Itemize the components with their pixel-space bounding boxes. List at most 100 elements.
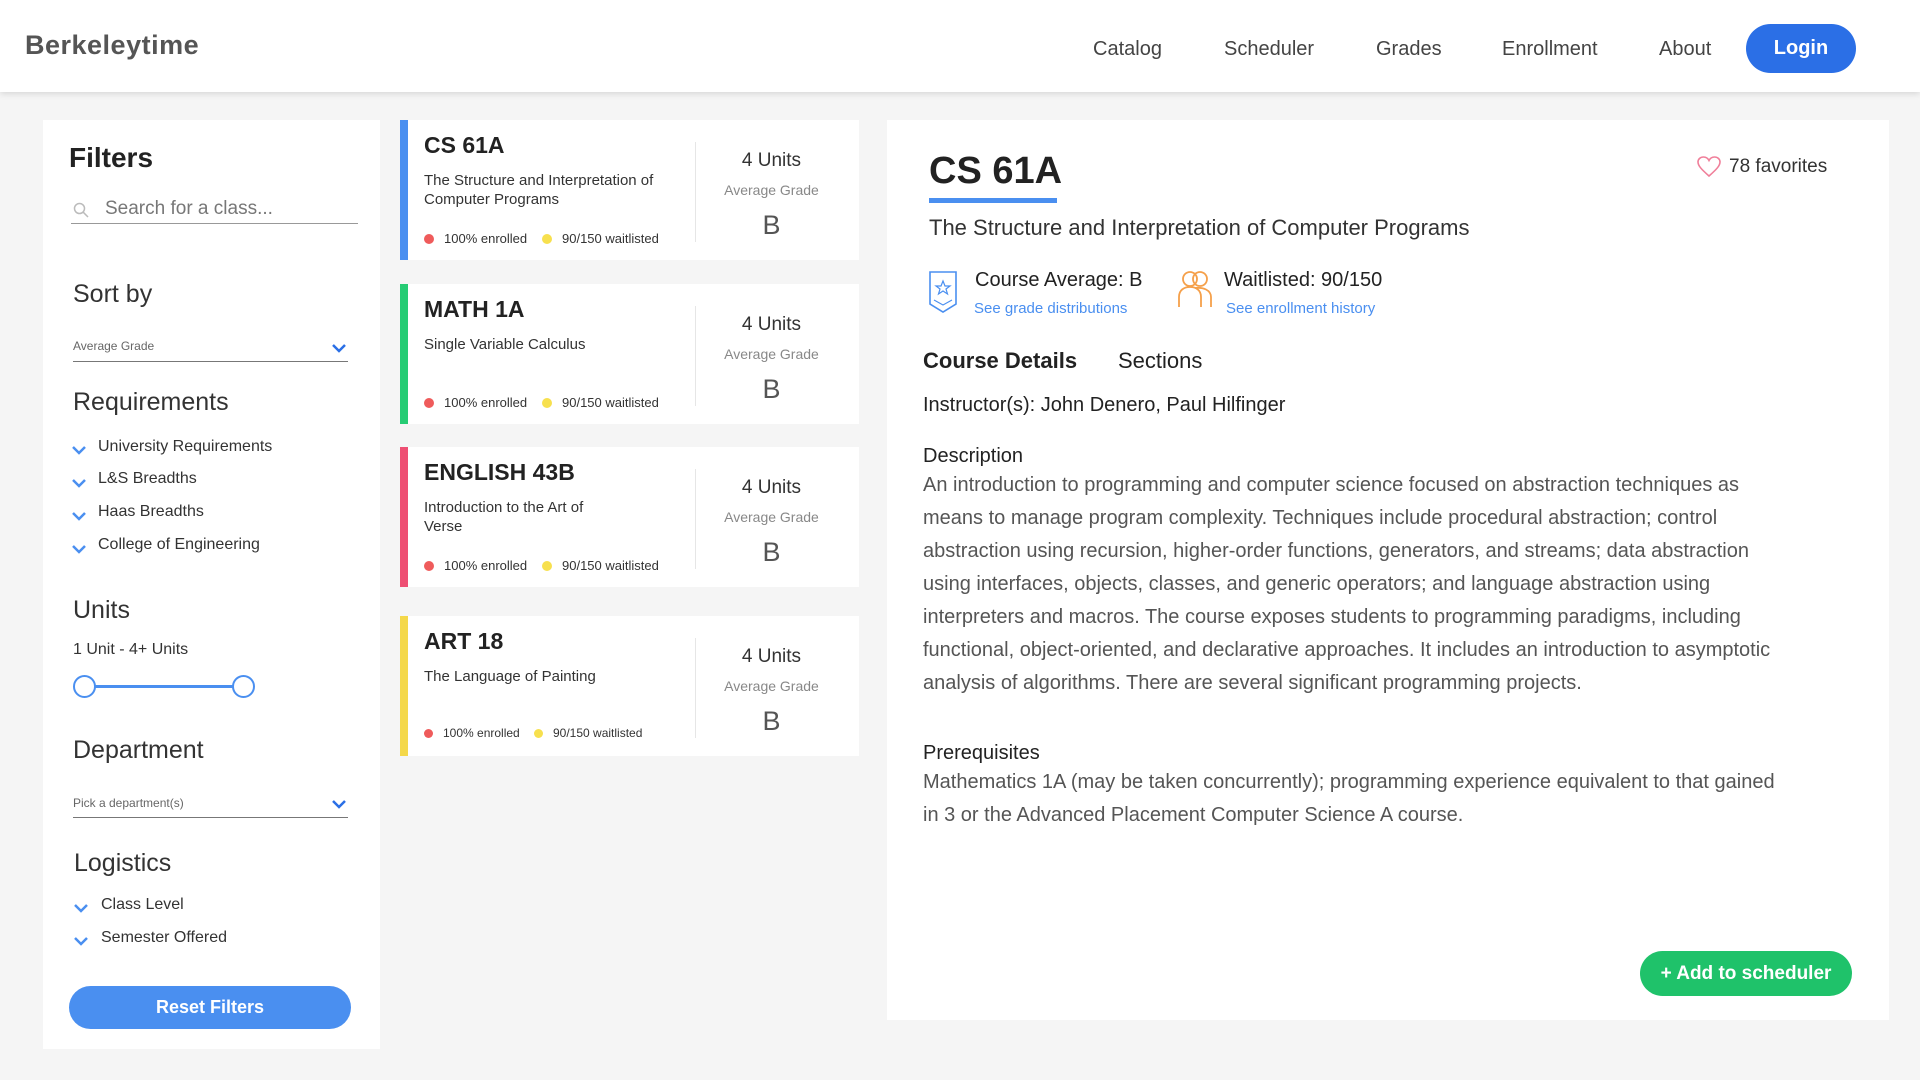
waitlist-dot-icon <box>542 397 552 408</box>
average-grade: B <box>762 537 781 567</box>
heart-icon[interactable] <box>1697 156 1721 178</box>
nav-catalog[interactable]: Catalog <box>1093 38 1162 61</box>
people-icon <box>1178 271 1212 307</box>
search-input[interactable]: Search for a class... <box>71 194 358 224</box>
average-grade-label: Average Grade <box>724 182 819 198</box>
detail-course-code: CS 61A <box>929 150 1063 192</box>
course-title: Introduction to the Art of Verse <box>424 499 584 535</box>
login-button[interactable]: Login <box>1746 24 1856 73</box>
chevron-down-icon[interactable] <box>73 935 89 947</box>
enrolled-text: 100% enrolled <box>443 726 520 740</box>
search-icon <box>73 202 89 218</box>
course-units: 4 Units <box>741 477 802 498</box>
tab-course-details[interactable]: Course Details <box>923 348 1077 374</box>
units-slider-min-handle[interactable] <box>73 675 96 698</box>
reset-filters-button[interactable]: Reset Filters <box>69 986 351 1029</box>
average-grade: B <box>762 374 781 404</box>
tab-sections[interactable]: Sections <box>1118 348 1202 374</box>
sort-by-label: Sort by <box>73 280 153 308</box>
course-units: 4 Units <box>741 646 802 667</box>
waitlist-stat: 90/150 waitlisted <box>542 558 659 573</box>
enrolled-dot-icon <box>424 728 433 738</box>
description-text: An introduction to programming and compu… <box>923 474 1771 694</box>
units-slider-max-handle[interactable] <box>232 675 255 698</box>
requirement-ls-breadths[interactable]: L&S Breadths <box>98 470 197 488</box>
course-code: ENGLISH 43B <box>424 459 575 485</box>
nav-grades[interactable]: Grades <box>1376 38 1442 61</box>
units-range-text: 1 Unit - 4+ Units <box>73 641 189 658</box>
average-grade-label: Average Grade <box>724 346 819 362</box>
chevron-down-icon[interactable] <box>71 477 87 489</box>
chevron-down-icon[interactable] <box>71 543 87 555</box>
logistics-class-level[interactable]: Class Level <box>101 896 184 914</box>
course-title: Single Variable Calculus <box>424 336 586 353</box>
enrolled-dot-icon <box>424 233 434 244</box>
course-units: 4 Units <box>741 150 802 171</box>
nav-about[interactable]: About <box>1659 38 1711 61</box>
course-card[interactable]: ENGLISH 43B Introduction to the Art of V… <box>400 447 859 587</box>
enrolled-stat: 100% enrolled <box>424 558 527 573</box>
chevron-down-icon[interactable] <box>71 444 87 456</box>
nav-enrollment[interactable]: Enrollment <box>1502 38 1598 61</box>
waitlist-dot-icon <box>534 728 543 738</box>
chevron-down-icon[interactable] <box>73 902 89 914</box>
waitlist-stat: 90/150 waitlisted <box>542 231 659 246</box>
course-card[interactable]: MATH 1A Single Variable Calculus 100% en… <box>400 284 859 424</box>
top-navbar: Berkeleytime Catalog Scheduler Grades En… <box>0 0 1920 92</box>
title-underline <box>929 198 1057 203</box>
units-slider-track[interactable] <box>85 685 243 688</box>
course-average: Course Average: B <box>975 269 1143 291</box>
course-detail-panel: CS 61A 78 favorites The Structure and In… <box>887 120 1889 1020</box>
course-card[interactable]: ART 18 The Language of Painting 100% enr… <box>400 616 859 756</box>
average-grade-label: Average Grade <box>724 509 819 525</box>
chevron-down-icon[interactable] <box>71 510 87 522</box>
department-select[interactable]: Pick a department(s) <box>73 786 348 818</box>
enrolled-stat: 100% enrolled <box>424 726 520 740</box>
enrollment-history-link[interactable]: See enrollment history <box>1226 300 1375 317</box>
waitlist-stat: 90/150 waitlisted <box>542 395 659 410</box>
course-code: ART 18 <box>424 628 504 654</box>
enrolled-text: 100% enrolled <box>444 558 528 573</box>
course-code: CS 61A <box>424 132 505 158</box>
grade-distributions-link[interactable]: See grade distributions <box>974 300 1127 317</box>
add-to-scheduler-button[interactable]: + Add to scheduler <box>1640 951 1852 996</box>
enrolled-text: 100% enrolled <box>444 395 528 410</box>
instructors: Instructor(s): John Denero, Paul Hilfing… <box>923 394 1286 416</box>
waitlist-text: 90/150 waitlisted <box>562 395 659 410</box>
course-title: The Language of Painting <box>424 668 596 685</box>
sort-by-value: Average Grade <box>73 339 155 353</box>
logistics-semester-offered[interactable]: Semester Offered <box>101 929 227 947</box>
enrolled-text: 100% enrolled <box>444 231 528 246</box>
filters-title: Filters <box>69 142 154 173</box>
favorites-toggle[interactable]: 78 favorites <box>1697 156 1827 178</box>
requirements-label: Requirements <box>73 388 229 416</box>
course-title: The Structure and Interpretation of Comp… <box>424 172 654 208</box>
requirement-haas-breadths[interactable]: Haas Breadths <box>98 503 204 521</box>
nav-scheduler[interactable]: Scheduler <box>1224 38 1314 61</box>
average-grade: B <box>762 706 781 736</box>
requirement-engineering[interactable]: College of Engineering <box>98 536 260 554</box>
enrolled-stat: 100% enrolled <box>424 231 527 246</box>
brand-logo[interactable]: Berkeleytime <box>25 30 199 61</box>
average-grade-label: Average Grade <box>724 678 819 694</box>
course-card[interactable]: CS 61A The Structure and Interpretation … <box>400 120 859 260</box>
card-color-bar <box>400 120 408 260</box>
waitlist-text: 90/150 waitlisted <box>562 231 659 246</box>
chevron-down-icon <box>332 344 346 353</box>
card-color-bar <box>400 447 408 587</box>
prerequisites-text: Mathematics 1A (may be taken concurrentl… <box>923 771 1775 826</box>
course-units: 4 Units <box>741 314 802 335</box>
sort-by-select[interactable]: Average Grade <box>73 332 348 362</box>
description-heading: Description <box>923 445 1024 467</box>
enrolled-stat: 100% enrolled <box>424 395 527 410</box>
card-color-bar <box>400 284 408 424</box>
department-placeholder: Pick a department(s) <box>73 796 184 810</box>
waitlist-dot-icon <box>542 233 552 244</box>
requirement-university[interactable]: University Requirements <box>98 438 272 456</box>
waitlist-dot-icon <box>542 560 552 571</box>
enrolled-dot-icon <box>424 560 434 571</box>
chevron-down-icon <box>332 800 346 809</box>
card-color-bar <box>400 616 408 756</box>
waitlisted-count: Waitlisted: 90/150 <box>1224 269 1383 291</box>
department-label: Department <box>73 736 204 764</box>
